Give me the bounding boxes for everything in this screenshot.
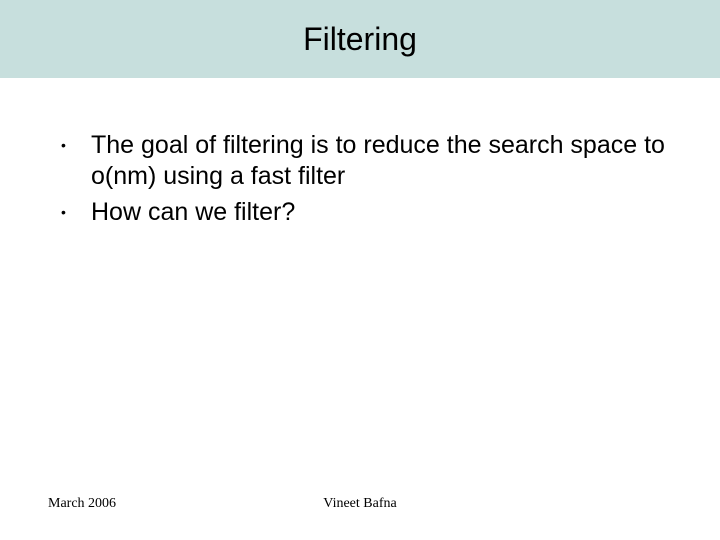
slide-title: Filtering xyxy=(303,21,417,58)
footer-author: Vineet Bafna xyxy=(0,496,720,512)
title-band: Filtering xyxy=(0,0,720,78)
slide: Filtering The goal of filtering is to re… xyxy=(0,0,720,540)
bullet-list: The goal of filtering is to reduce the s… xyxy=(55,130,665,228)
list-item: How can we filter? xyxy=(55,197,665,228)
list-item: The goal of filtering is to reduce the s… xyxy=(55,130,665,193)
body-area: The goal of filtering is to reduce the s… xyxy=(55,130,665,232)
